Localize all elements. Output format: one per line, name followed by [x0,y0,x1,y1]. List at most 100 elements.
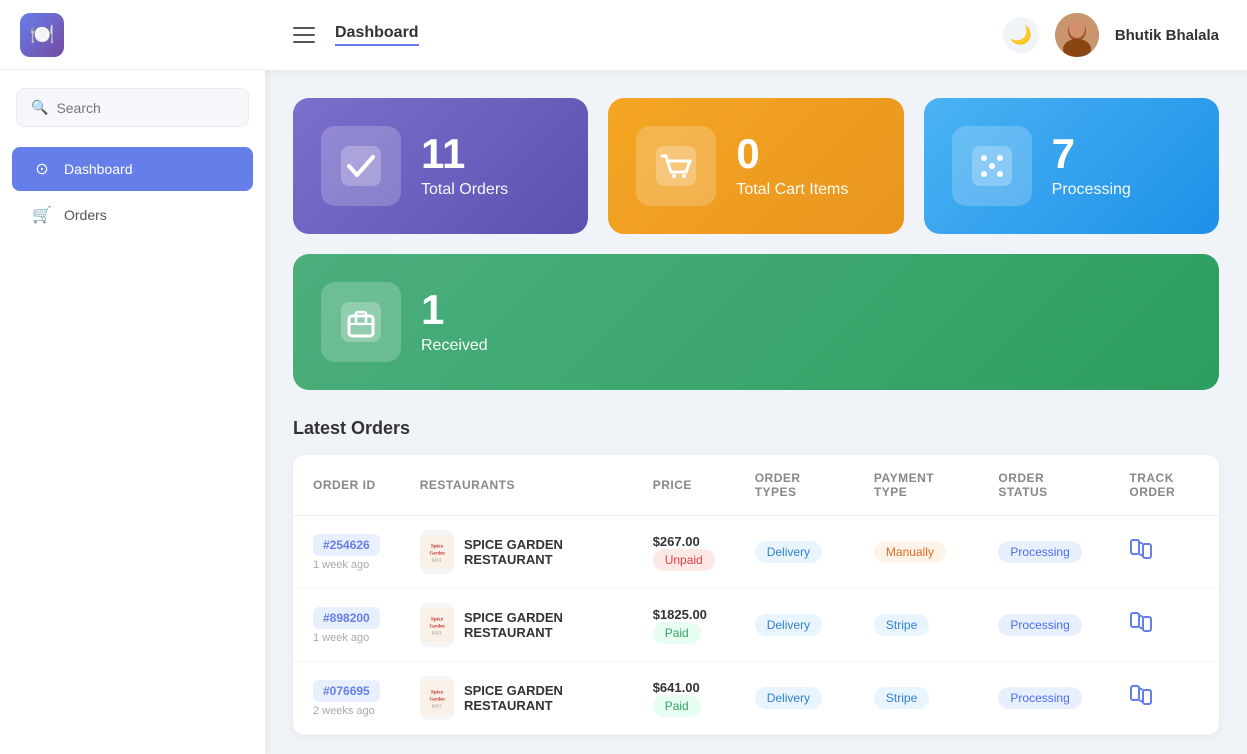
restaurant-name: SPICE GARDEN RESTAURANT [464,610,613,640]
col-order-id: ORDER ID [293,455,400,516]
order-time: 2 weeks ago [313,705,380,717]
stats-row-bottom: 1 Received [293,254,1219,390]
sidebar-item-dashboard[interactable]: ⊙ Dashboard [12,147,253,191]
price-amount: $267.00 [653,534,715,549]
user-name: Bhutik Bhalala [1115,27,1219,44]
logo: 🍽️ [20,13,64,57]
track-order-icon[interactable] [1129,617,1153,639]
table-row: #254626 1 week ago Spice Garden REST. SP… [293,516,1219,589]
cart-label: Total Cart Items [736,181,848,199]
logo-emoji: 🍽️ [30,22,55,47]
track-order-icon[interactable] [1129,690,1153,712]
order-status-badge: Processing [998,614,1081,636]
order-status-badge: Processing [998,541,1081,563]
cart-icon [652,142,700,190]
payment-type-cell: Manually [854,516,978,589]
stat-card-processing: 7 Processing [924,98,1219,234]
search-container: 🔍 [0,70,265,145]
order-id-cell: #254626 1 week ago [293,516,400,589]
restaurant-logo-svg: Spice Garden REST. [420,603,454,647]
price-cell: $1825.00 Paid [633,589,735,662]
topbar-right: 🌙 Bhutik Bhalala [1003,13,1219,57]
menu-button[interactable] [293,27,315,43]
map-icon [1129,537,1153,561]
stats-row-top: 11 Total Orders 0 Total Cart Items [293,98,1219,234]
col-order-types: ORDER TYPES [735,455,854,516]
payment-status-badge: Paid [653,695,701,717]
restaurant-logo: Spice Garden REST. [420,530,454,574]
total-orders-label: Total Orders [421,181,508,199]
order-id-badge[interactable]: #076695 [313,680,380,702]
svg-text:REST.: REST. [432,631,442,635]
order-id-badge[interactable]: #898200 [313,607,380,629]
price-amount: $1825.00 [653,607,715,622]
stat-card-received: 1 Received [293,254,1219,390]
order-id-cell: #076695 2 weeks ago [293,662,400,735]
search-icon: 🔍 [31,99,48,116]
payment-type-cell: Stripe [854,589,978,662]
track-order-cell[interactable] [1109,662,1219,735]
dice-icon [968,142,1016,190]
col-restaurants: RESTAURANTS [400,455,633,516]
sidebar-item-label: Dashboard [64,161,133,177]
track-order-cell[interactable] [1109,589,1219,662]
content-area: 11 Total Orders 0 Total Cart Items [265,70,1247,754]
total-orders-value: 11 [421,133,508,175]
total-orders-info: 11 Total Orders [421,133,508,199]
search-input[interactable] [56,100,234,116]
svg-text:Garden: Garden [429,697,445,702]
price-cell: $267.00 Unpaid [633,516,735,589]
payment-status-badge: Unpaid [653,549,715,571]
latest-orders-title: Latest Orders [293,418,1219,439]
sidebar: 🍽️ 🔍 ⊙ Dashboard 🛒 Orders [0,0,265,754]
svg-text:REST.: REST. [432,558,442,562]
orders-table: ORDER ID RESTAURANTS PRICE ORDER TYPES P… [293,455,1219,735]
dark-mode-button[interactable]: 🌙 [1003,17,1039,53]
col-track-order: TRACK ORDER [1109,455,1219,516]
table-header: ORDER ID RESTAURANTS PRICE ORDER TYPES P… [293,455,1219,516]
restaurant-logo-svg: Spice Garden REST. [420,676,454,720]
order-time: 1 week ago [313,632,380,644]
order-type-cell: Delivery [735,589,854,662]
order-type-badge: Delivery [755,614,822,636]
processing-label: Processing [1052,181,1131,199]
cart-value: 0 [736,133,848,175]
restaurant-cell: Spice Garden REST. SPICE GARDEN RESTAURA… [400,516,633,589]
topbar: Dashboard 🌙 Bhutik Bhalala [265,0,1247,70]
order-time: 1 week ago [313,559,380,571]
map-icon [1129,683,1153,707]
processing-value: 7 [1052,133,1131,175]
sidebar-nav: ⊙ Dashboard 🛒 Orders [0,145,265,239]
col-price: PRICE [633,455,735,516]
order-type-badge: Delivery [755,541,822,563]
payment-type-cell: Stripe [854,662,978,735]
search-box[interactable]: 🔍 [16,88,249,127]
payment-type-badge: Stripe [874,614,929,636]
cart-icon-box [636,126,716,206]
order-id-badge[interactable]: #254626 [313,534,380,556]
restaurant-name: SPICE GARDEN RESTAURANT [464,537,613,567]
track-order-cell[interactable] [1109,516,1219,589]
sidebar-item-orders[interactable]: 🛒 Orders [12,193,253,237]
stat-card-total-orders: 11 Total Orders [293,98,588,234]
svg-text:Garden: Garden [429,624,445,629]
price-cell: $641.00 Paid [633,662,735,735]
order-type-badge: Delivery [755,687,822,709]
track-order-icon[interactable] [1129,544,1153,566]
table-row: #898200 1 week ago Spice Garden REST. SP… [293,589,1219,662]
processing-info: 7 Processing [1052,133,1131,199]
order-type-cell: Delivery [735,662,854,735]
col-order-status: ORDER STATUS [978,455,1109,516]
restaurant-cell: Spice Garden REST. SPICE GARDEN RESTAURA… [400,662,633,735]
svg-text:REST.: REST. [432,704,442,708]
restaurant-logo: Spice Garden REST. [420,603,454,647]
payment-type-badge: Manually [874,541,946,563]
avatar-image [1055,13,1099,57]
orders-icon: 🛒 [32,205,52,225]
received-icon-box [321,282,401,362]
svg-text:Spice: Spice [431,689,444,695]
sidebar-item-label: Orders [64,207,107,223]
avatar [1055,13,1099,57]
logo-icon: 🍽️ [20,13,64,57]
restaurant-logo-svg: Spice Garden REST. [420,530,454,574]
